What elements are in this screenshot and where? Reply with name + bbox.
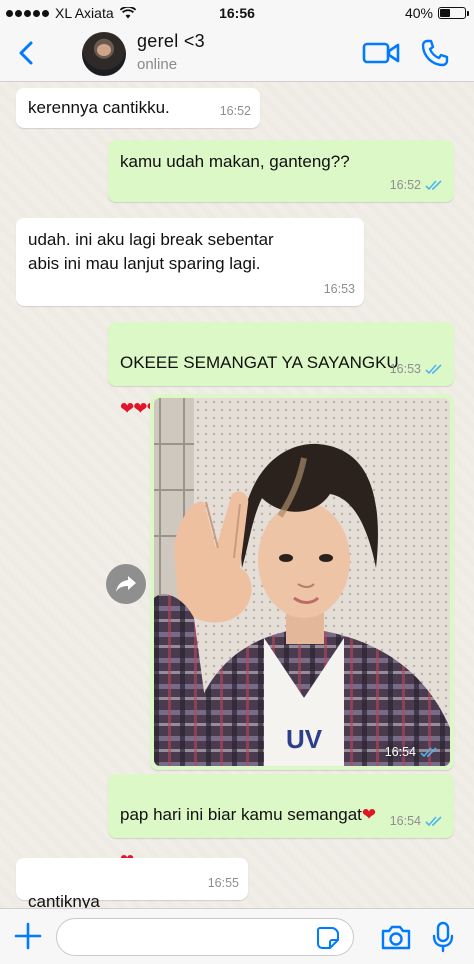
message-meta: 16:53	[390, 357, 445, 381]
clock: 16:56	[219, 5, 255, 21]
battery-percent: 40%	[404, 5, 433, 21]
message-input[interactable]	[56, 918, 354, 956]
message-bubble-outgoing[interactable]: OKEEE SEMANGAT YA SAYANGKU ❤❤❤ 16:53	[108, 322, 454, 418]
battery-fill	[440, 9, 450, 17]
message-bubble-outgoing[interactable]: kamu udah makan, ganteng?? 16:52	[108, 140, 454, 202]
chevron-left-icon[interactable]	[14, 40, 40, 66]
microphone-icon[interactable]	[432, 921, 454, 953]
read-ticks-icon	[425, 816, 442, 827]
plus-icon[interactable]	[14, 922, 42, 950]
forward-arrow-icon	[116, 576, 136, 592]
composer-bar	[0, 908, 474, 964]
battery-icon	[438, 7, 469, 19]
avatar[interactable]	[82, 32, 126, 76]
message-list[interactable]: kerennya cantikku. 16:52 kamu udah makan…	[0, 82, 474, 908]
read-ticks-icon	[420, 747, 437, 758]
status-bar: XL Axiata 16:56 40%	[0, 0, 474, 26]
message-bubble-incoming[interactable]: udah. ini aku lagi break sebentar abis i…	[16, 218, 364, 306]
message-time: 16:53	[389, 362, 421, 376]
selfie-illustration: UV	[154, 398, 450, 766]
message-text: udah. ini aku lagi break sebentar abis i…	[28, 230, 274, 273]
message-time: 16:54	[389, 814, 421, 828]
message-meta: 16:55	[208, 871, 239, 895]
message-bubble-incoming[interactable]: kerennya cantikku. 16:52	[16, 88, 260, 128]
message-time: 16:52	[389, 178, 421, 192]
photo-image[interactable]: UV 16:54	[154, 398, 450, 766]
battery-group: 40%	[404, 5, 469, 21]
forward-button[interactable]	[106, 564, 146, 604]
video-camera-icon[interactable]	[362, 40, 400, 66]
message-time: 16:53	[323, 282, 355, 296]
phone-icon[interactable]	[420, 38, 450, 68]
message-text-line: OKEEE SEMANGAT YA SAYANGKU	[120, 353, 399, 372]
message-text-line: pap hari ini biar kamu semangat	[120, 805, 362, 824]
message-meta: 16:52	[390, 173, 445, 197]
message-meta: 16:54	[390, 809, 445, 833]
message-meta: 16:53	[324, 277, 355, 301]
message-time: 16:54	[384, 745, 416, 759]
message-bubble-outgoing[interactable]: pap hari ini biar kamu semangat❤ ❤ 16:54	[108, 774, 454, 870]
message-meta: 16:52	[220, 99, 251, 123]
camera-icon[interactable]	[380, 923, 412, 951]
sticker-icon[interactable]	[316, 926, 340, 950]
photo-message[interactable]: UV 16:54	[150, 394, 454, 770]
message-text-line: cantiknya	[28, 892, 100, 908]
chat-header: gerel <3 online	[0, 26, 474, 82]
message-time: 16:55	[207, 876, 239, 890]
read-ticks-icon	[425, 180, 442, 191]
read-ticks-icon	[425, 364, 442, 375]
message-bubble-incoming[interactable]: cantiknya ❤❤❤ 16:55	[16, 858, 248, 908]
message-time: 16:52	[219, 104, 251, 118]
hearts-emoji: ❤	[361, 805, 376, 824]
contact-name[interactable]: gerel <3	[137, 31, 205, 52]
svg-text:UV: UV	[286, 724, 323, 754]
contact-status: online	[137, 56, 178, 73]
message-meta: 16:54	[385, 745, 440, 759]
